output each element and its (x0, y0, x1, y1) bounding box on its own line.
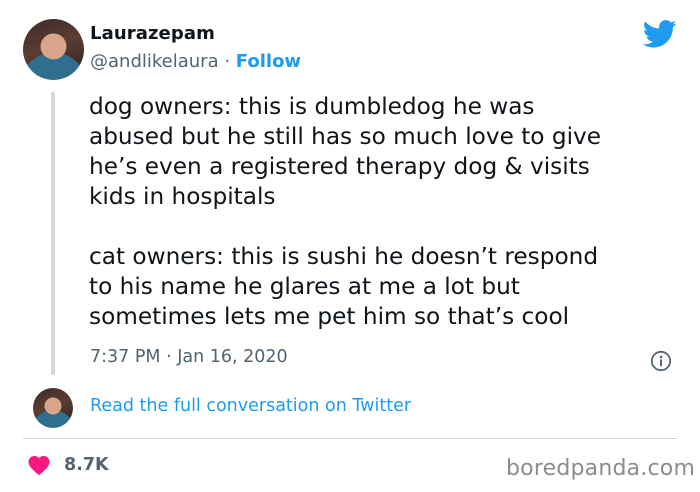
author-handle[interactable]: @andlikelaura (90, 51, 219, 72)
divider (23, 438, 677, 439)
heart-icon[interactable] (27, 454, 51, 476)
tweet-paragraph-cat: cat owners: this is sushi he doesn’t res… (89, 243, 599, 330)
handle-separator: · (224, 51, 231, 72)
twitter-bird-icon[interactable] (643, 20, 677, 48)
follow-button[interactable]: Follow (236, 51, 301, 72)
author-avatar[interactable] (23, 19, 84, 80)
watermark: boredpanda.com (506, 456, 696, 481)
thread-connector-line (51, 92, 55, 375)
author-display-name[interactable]: Laurazepam (90, 23, 215, 44)
read-conversation-link[interactable]: Read the full conversation on Twitter (90, 396, 411, 416)
tweet-paragraph-dog: dog owners: this is dumbledog he was abu… (89, 93, 602, 210)
tweet-timestamp[interactable]: 7:37 PM · Jan 16, 2020 (90, 347, 288, 367)
like-count[interactable]: 8.7K (64, 455, 109, 475)
author-handle-row: @andlikelaura · Follow (90, 51, 301, 72)
conversation-avatar[interactable] (33, 388, 73, 428)
tweet-text: dog owners: this is dumbledog he was abu… (89, 92, 679, 332)
info-icon[interactable] (650, 350, 672, 372)
